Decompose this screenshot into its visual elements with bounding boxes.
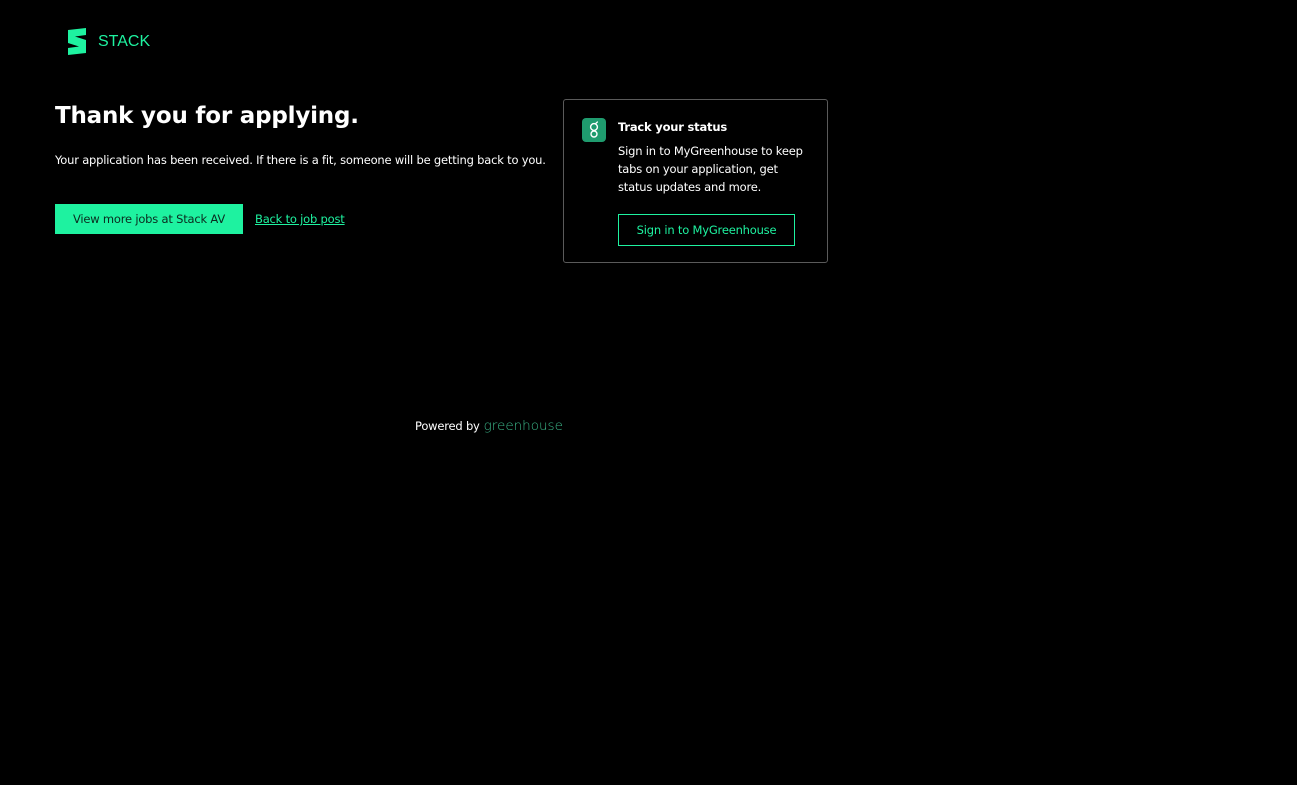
stack-logo-link[interactable]: STACK	[64, 28, 150, 55]
back-to-job-post-link[interactable]: Back to job post	[255, 212, 345, 226]
card-description: Sign in to MyGreenhouse to keep tabs on …	[618, 144, 803, 194]
confirmation-message: Your application has been received. If t…	[55, 153, 546, 167]
page-title: Thank you for applying.	[55, 103, 359, 129]
view-more-jobs-button[interactable]: View more jobs at Stack AV	[55, 204, 243, 234]
greenhouse-g-icon	[582, 118, 606, 142]
powered-by-text: Powered by	[415, 419, 480, 433]
confirmation-section: Thank you for applying. Your application…	[55, 100, 555, 234]
card-title: Track your status	[618, 120, 727, 134]
sign-in-mygreenhouse-button[interactable]: Sign in to MyGreenhouse	[618, 214, 795, 246]
action-row: View more jobs at Stack AV Back to job p…	[55, 204, 555, 234]
stack-logo-icon	[68, 28, 86, 55]
page: STACK Thank you for applying. Your appli…	[0, 0, 1297, 785]
greenhouse-wordmark-link[interactable]: greenhouse	[484, 418, 563, 434]
track-status-card: Track your status Sign in to MyGreenhous…	[563, 99, 828, 263]
card-body: Track your status Sign in to MyGreenhous…	[618, 118, 814, 246]
logo-text: STACK	[98, 32, 151, 50]
footer: Powered by greenhouse	[415, 418, 563, 434]
